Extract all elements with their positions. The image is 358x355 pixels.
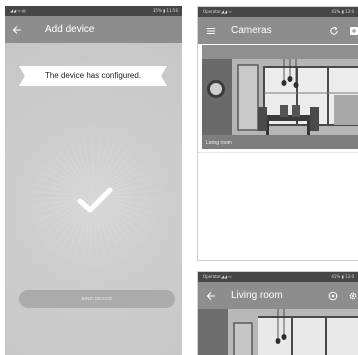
live-video-image (198, 309, 358, 355)
add-device-screen: ◢◢ ≈ ▤ 35% ▮ 11:56 Add device The device… (5, 6, 182, 355)
live-view-screen: Operator◢◢ ≈ 41% ▮ 13:0 Living room (197, 271, 358, 355)
settings-icon[interactable] (347, 289, 358, 302)
status-bar-right: 41% ▮ 13:0 (331, 9, 354, 14)
status-bar: Operator◢◢ ≈ 41% ▮ 13:0 (198, 272, 358, 282)
app-bar: Cameras (198, 17, 358, 44)
app-bar: Living room (198, 282, 358, 309)
back-arrow-icon[interactable] (11, 23, 23, 36)
add-icon-glyph (349, 26, 358, 35)
page-title: Living room (231, 290, 283, 301)
status-bar-left: ◢◢ ≈ ▤ (10, 8, 26, 13)
menu-icon-glyph (207, 27, 215, 34)
status-bar: ◢◢ ≈ ▤ 35% ▮ 11:56 (5, 6, 182, 16)
camera-tile-living-room[interactable]: Living room (202, 45, 358, 149)
cameras-screen: Operator◢◢ ≈ 41% ▮ 13:0 Cameras Living r… (197, 6, 358, 261)
app-bar: Add device (5, 16, 182, 43)
checkmark-icon (77, 187, 113, 213)
back-arrow-icon-glyph (12, 25, 21, 34)
bind-device-button-label: BIND DEVICE (81, 296, 113, 301)
status-bar-right: 35% ▮ 11:56 (152, 8, 178, 13)
bind-device-button[interactable]: BIND DEVICE (19, 290, 175, 308)
status-bar-left: Operator◢◢ ≈ (203, 9, 232, 14)
camera-snapshot-image (202, 45, 358, 149)
back-arrow-icon[interactable] (205, 289, 217, 302)
camera-name-label: Living room (206, 140, 232, 146)
refresh-icon[interactable] (328, 24, 340, 37)
playback-icon[interactable] (327, 289, 339, 302)
status-banner: The device has configured. (19, 66, 167, 86)
back-arrow-icon-glyph (206, 291, 215, 300)
list-divider (198, 152, 358, 153)
status-message: The device has configured. (44, 71, 142, 80)
menu-icon[interactable] (205, 24, 217, 37)
page-title: Add device (45, 24, 95, 35)
status-bar-right: 41% ▮ 13:0 (331, 274, 354, 279)
playback-icon-glyph (328, 291, 338, 300)
status-bar-left: Operator◢◢ ≈ (203, 274, 232, 279)
live-video-view[interactable] (198, 309, 358, 355)
page-title: Cameras (231, 25, 272, 36)
status-bar: Operator◢◢ ≈ 41% ▮ 13:0 (198, 7, 358, 17)
settings-icon-glyph (349, 292, 357, 299)
refresh-icon-glyph (330, 26, 338, 35)
add-icon[interactable] (348, 24, 358, 37)
